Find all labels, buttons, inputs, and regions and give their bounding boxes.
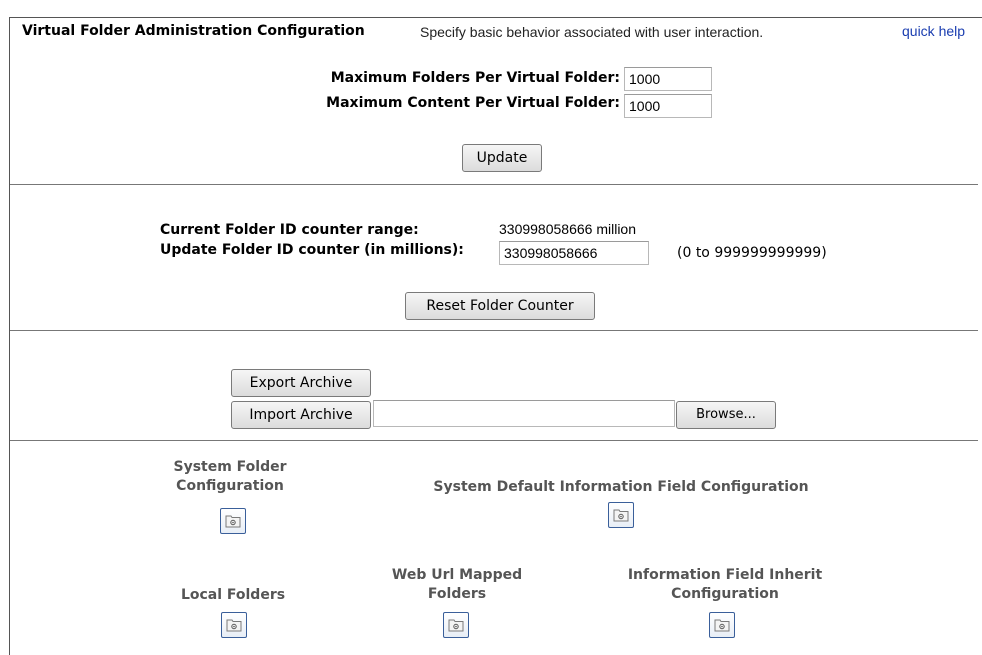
panel-top-border: [9, 17, 982, 18]
folder-gear-icon: [448, 619, 464, 632]
update-counter-label: Update Folder ID counter (in millions):: [160, 242, 464, 258]
browse-button[interactable]: Browse...: [676, 401, 776, 429]
section-divider: [10, 184, 978, 185]
update-button[interactable]: Update: [462, 144, 542, 172]
quick-help-link[interactable]: quick help: [902, 23, 965, 39]
max-folders-label: Maximum Folders Per Virtual Folder:: [330, 70, 620, 86]
folder-gear-icon: [613, 509, 629, 522]
web-url-mapped-folders-button[interactable]: [443, 612, 469, 638]
system-folder-config-button[interactable]: [220, 508, 246, 534]
import-archive-button[interactable]: Import Archive: [231, 401, 371, 429]
web-url-mapped-folders-label: Web Url Mapped Folders: [391, 567, 523, 602]
max-content-label: Maximum Content Per Virtual Folder:: [326, 95, 620, 111]
virtual-folder-admin-page: Virtual Folder Administration Configurat…: [0, 0, 982, 655]
section-divider: [10, 440, 978, 441]
reset-folder-counter-button[interactable]: Reset Folder Counter: [405, 292, 595, 320]
page-title: Virtual Folder Administration Configurat…: [22, 23, 365, 39]
system-default-info-config-label: System Default Information Field Configu…: [433, 479, 809, 495]
counter-range-hint: (0 to 999999999999): [677, 245, 827, 261]
folder-gear-icon: [225, 515, 241, 528]
page-description: Specify basic behavior associated with u…: [420, 24, 764, 40]
export-archive-button[interactable]: Export Archive: [231, 369, 371, 397]
current-range-value: 330998058666 million: [499, 221, 636, 237]
panel-left-border: [9, 17, 10, 655]
update-counter-input[interactable]: [499, 241, 649, 265]
info-field-inherit-config-button[interactable]: [709, 612, 735, 638]
info-field-inherit-config-label: Information Field Inherit Configuration: [627, 567, 823, 602]
archive-file-input[interactable]: [373, 400, 675, 427]
local-folders-button[interactable]: [221, 612, 247, 638]
folder-gear-icon: [226, 619, 242, 632]
folder-gear-icon: [714, 619, 730, 632]
section-divider: [10, 330, 978, 331]
system-default-info-config-button[interactable]: [608, 502, 634, 528]
current-range-label: Current Folder ID counter range:: [160, 222, 419, 238]
local-folders-label: Local Folders: [180, 587, 286, 603]
max-folders-input[interactable]: [624, 67, 712, 91]
system-folder-config-label: System Folder Configuration: [173, 459, 287, 494]
max-content-input[interactable]: [624, 94, 712, 118]
